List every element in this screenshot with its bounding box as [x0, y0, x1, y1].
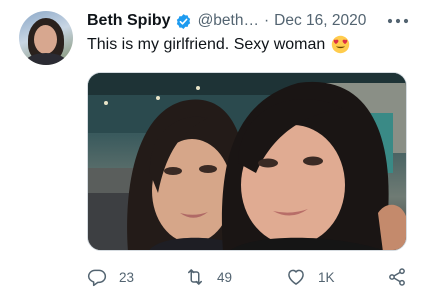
- heart-eyes-emoji-icon: [332, 35, 350, 54]
- avatar[interactable]: [19, 11, 73, 65]
- tweet-actions: 23 49 1K: [87, 265, 409, 289]
- share-icon: [389, 268, 405, 286]
- retweet-button[interactable]: 49: [185, 265, 232, 289]
- tweet: Beth Spiby @beth… · Dec 16, 2020 This is…: [0, 0, 427, 300]
- author-handle[interactable]: @beth…: [198, 12, 259, 30]
- retweet-count: 49: [217, 269, 233, 285]
- tweet-text: This is my girlfriend. Sexy woman: [87, 35, 350, 54]
- reply-button[interactable]: 23: [87, 265, 134, 289]
- author-name[interactable]: Beth Spiby: [87, 12, 171, 30]
- verified-badge-icon: [176, 13, 190, 29]
- tweet-photo[interactable]: [87, 72, 407, 251]
- more-options-icon[interactable]: [386, 13, 410, 29]
- reply-count: 23: [119, 269, 135, 285]
- retweet-icon: [188, 269, 202, 285]
- like-count: 1K: [318, 269, 335, 285]
- tweet-date[interactable]: Dec 16, 2020: [274, 12, 366, 30]
- heart-icon: [288, 269, 304, 285]
- header-separator: ·: [263, 12, 270, 29]
- selfie-photo-illustration: [88, 73, 406, 250]
- tweet-text-content: This is my girlfriend. Sexy woman: [87, 35, 326, 53]
- share-button[interactable]: [387, 265, 407, 289]
- tweet-header: Beth Spiby @beth… · Dec 16, 2020: [87, 9, 366, 33]
- reply-icon: [87, 269, 107, 287]
- avatar-face: [34, 25, 57, 54]
- like-button[interactable]: 1K: [286, 265, 335, 289]
